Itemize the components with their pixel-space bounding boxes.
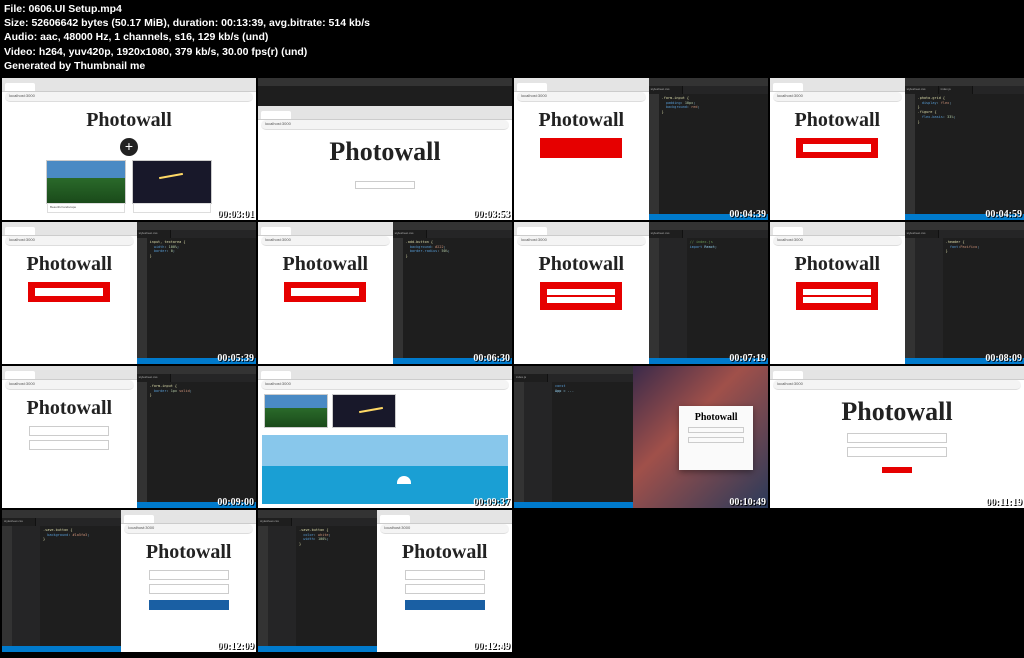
add-photo-button[interactable]: + <box>120 138 138 156</box>
link-input[interactable] <box>405 570 485 580</box>
file-label: File: <box>4 3 26 15</box>
ide-pane[interactable]: stylesheet.css .form-input { padding: 10… <box>649 78 768 220</box>
duration-label: duration: <box>173 17 219 29</box>
generated-by: Generated by Thumbnail me <box>4 60 145 72</box>
hero-photo[interactable] <box>262 435 508 504</box>
photo-caption: Beautiful landscape <box>47 203 125 213</box>
file-value: 0606.UI Setup.mp4 <box>29 3 122 15</box>
submit-button[interactable] <box>882 467 912 473</box>
thumb-4[interactable]: localhost:3000 Photowall stylesheet.css … <box>2 222 256 364</box>
browser-tab[interactable] <box>5 83 35 91</box>
link-input[interactable] <box>847 433 947 443</box>
thumbnail-grid: localhost:3000 Photowall + Beautiful lan… <box>2 78 1024 652</box>
browser-tab[interactable] <box>517 83 547 91</box>
gallery-photo[interactable] <box>264 394 328 428</box>
thumb-0[interactable]: localhost:3000 Photowall + Beautiful lan… <box>2 78 256 220</box>
gallery-photo[interactable]: Beautiful landscape <box>46 160 126 204</box>
thumb-7[interactable]: localhost:3000 Photowall stylesheet.css … <box>770 222 1024 364</box>
activity-bar[interactable] <box>649 94 659 214</box>
timestamp: 00:03:53 <box>473 209 510 220</box>
link-input[interactable] <box>149 570 229 580</box>
photowall-logo: Photowall <box>329 137 440 167</box>
form-input[interactable] <box>355 181 415 189</box>
thumb-1[interactable]: localhost:3000 Photowall 00:03:53 <box>258 78 512 220</box>
photo-caption <box>133 203 211 213</box>
audio-label: Audio: <box>4 31 37 43</box>
thumb-3[interactable]: localhost:3000 Photowall stylesheet.cssi… <box>770 78 1024 220</box>
address-bar[interactable]: localhost:3000 <box>517 92 646 102</box>
thumb-5[interactable]: localhost:3000 Photowall stylesheet.css … <box>258 222 512 364</box>
form-input[interactable] <box>803 144 871 152</box>
timestamp: 00:03:01 <box>217 209 254 220</box>
description-input[interactable] <box>688 437 744 443</box>
thumb-8[interactable]: localhost:3000 Photowall stylesheet.css … <box>2 366 256 508</box>
form-wrapper <box>540 138 622 158</box>
thumb-12[interactable]: stylesheet.css .save-button { background… <box>2 510 256 652</box>
thumb-10[interactable]: index.js const App = ... Photowall 00:10… <box>514 366 768 508</box>
photowall-logo: Photowall <box>795 109 881 132</box>
code-view[interactable]: .form-input { padding: 10px; background:… <box>659 94 768 214</box>
file-tree[interactable] <box>659 238 687 358</box>
avgbitrate-value: 514 kb/s <box>329 17 370 29</box>
address-bar[interactable]: localhost:3000 <box>261 120 509 130</box>
link-input[interactable] <box>29 426 109 436</box>
audio-value: aac, 48000 Hz, 1 channels, s16, 129 kb/s… <box>40 31 268 43</box>
browser-toolbar <box>2 78 256 92</box>
form-wrapper <box>796 138 878 158</box>
umbrella-icon <box>397 476 411 484</box>
submit-button[interactable] <box>405 600 485 610</box>
file-metadata-header: File: 0606.UI Setup.mp4 Size: 52606642 b… <box>0 0 374 75</box>
thumb-13[interactable]: stylesheet.css .save-button { color: whi… <box>258 510 512 652</box>
timestamp: 00:04:39 <box>729 209 766 220</box>
submit-button[interactable] <box>149 600 229 610</box>
size-label: Size: <box>4 17 29 29</box>
editor-tab[interactable]: stylesheet.css <box>649 86 683 94</box>
gallery-photo[interactable] <box>332 394 396 428</box>
address-bar[interactable]: localhost:3000 <box>5 92 253 102</box>
photo-gallery: Beautiful landscape <box>38 156 220 208</box>
thumb-11[interactable]: localhost:3000 Photowall 00:11:19 <box>770 366 1024 508</box>
timestamp: 00:04:59 <box>985 209 1022 220</box>
size-value: 52606642 bytes (50.17 MiB), <box>31 17 169 29</box>
thumb-9[interactable]: localhost:3000 00:09:37 <box>258 366 512 508</box>
photowall-logo: Photowall <box>86 109 172 132</box>
app-window[interactable]: Photowall <box>679 406 753 470</box>
gallery-photo[interactable] <box>132 160 212 204</box>
description-input[interactable] <box>149 584 229 594</box>
photowall-logo: Photowall <box>695 412 738 423</box>
thumb-6[interactable]: localhost:3000 Photowall stylesheet.css … <box>514 222 768 364</box>
link-input[interactable] <box>688 427 744 433</box>
avgbitrate-label: avg.bitrate: <box>269 17 326 29</box>
thumb-2[interactable]: localhost:3000 Photowall stylesheet.css … <box>514 78 768 220</box>
description-input[interactable] <box>29 440 109 450</box>
duration-value: 00:13:39, <box>221 17 266 29</box>
photowall-logo: Photowall <box>539 109 625 132</box>
video-label: Video: <box>4 46 36 58</box>
video-value: h264, yuv420p, 1920x1080, 379 kb/s, 30.0… <box>39 46 307 58</box>
description-input[interactable] <box>405 584 485 594</box>
description-input[interactable] <box>847 447 947 457</box>
